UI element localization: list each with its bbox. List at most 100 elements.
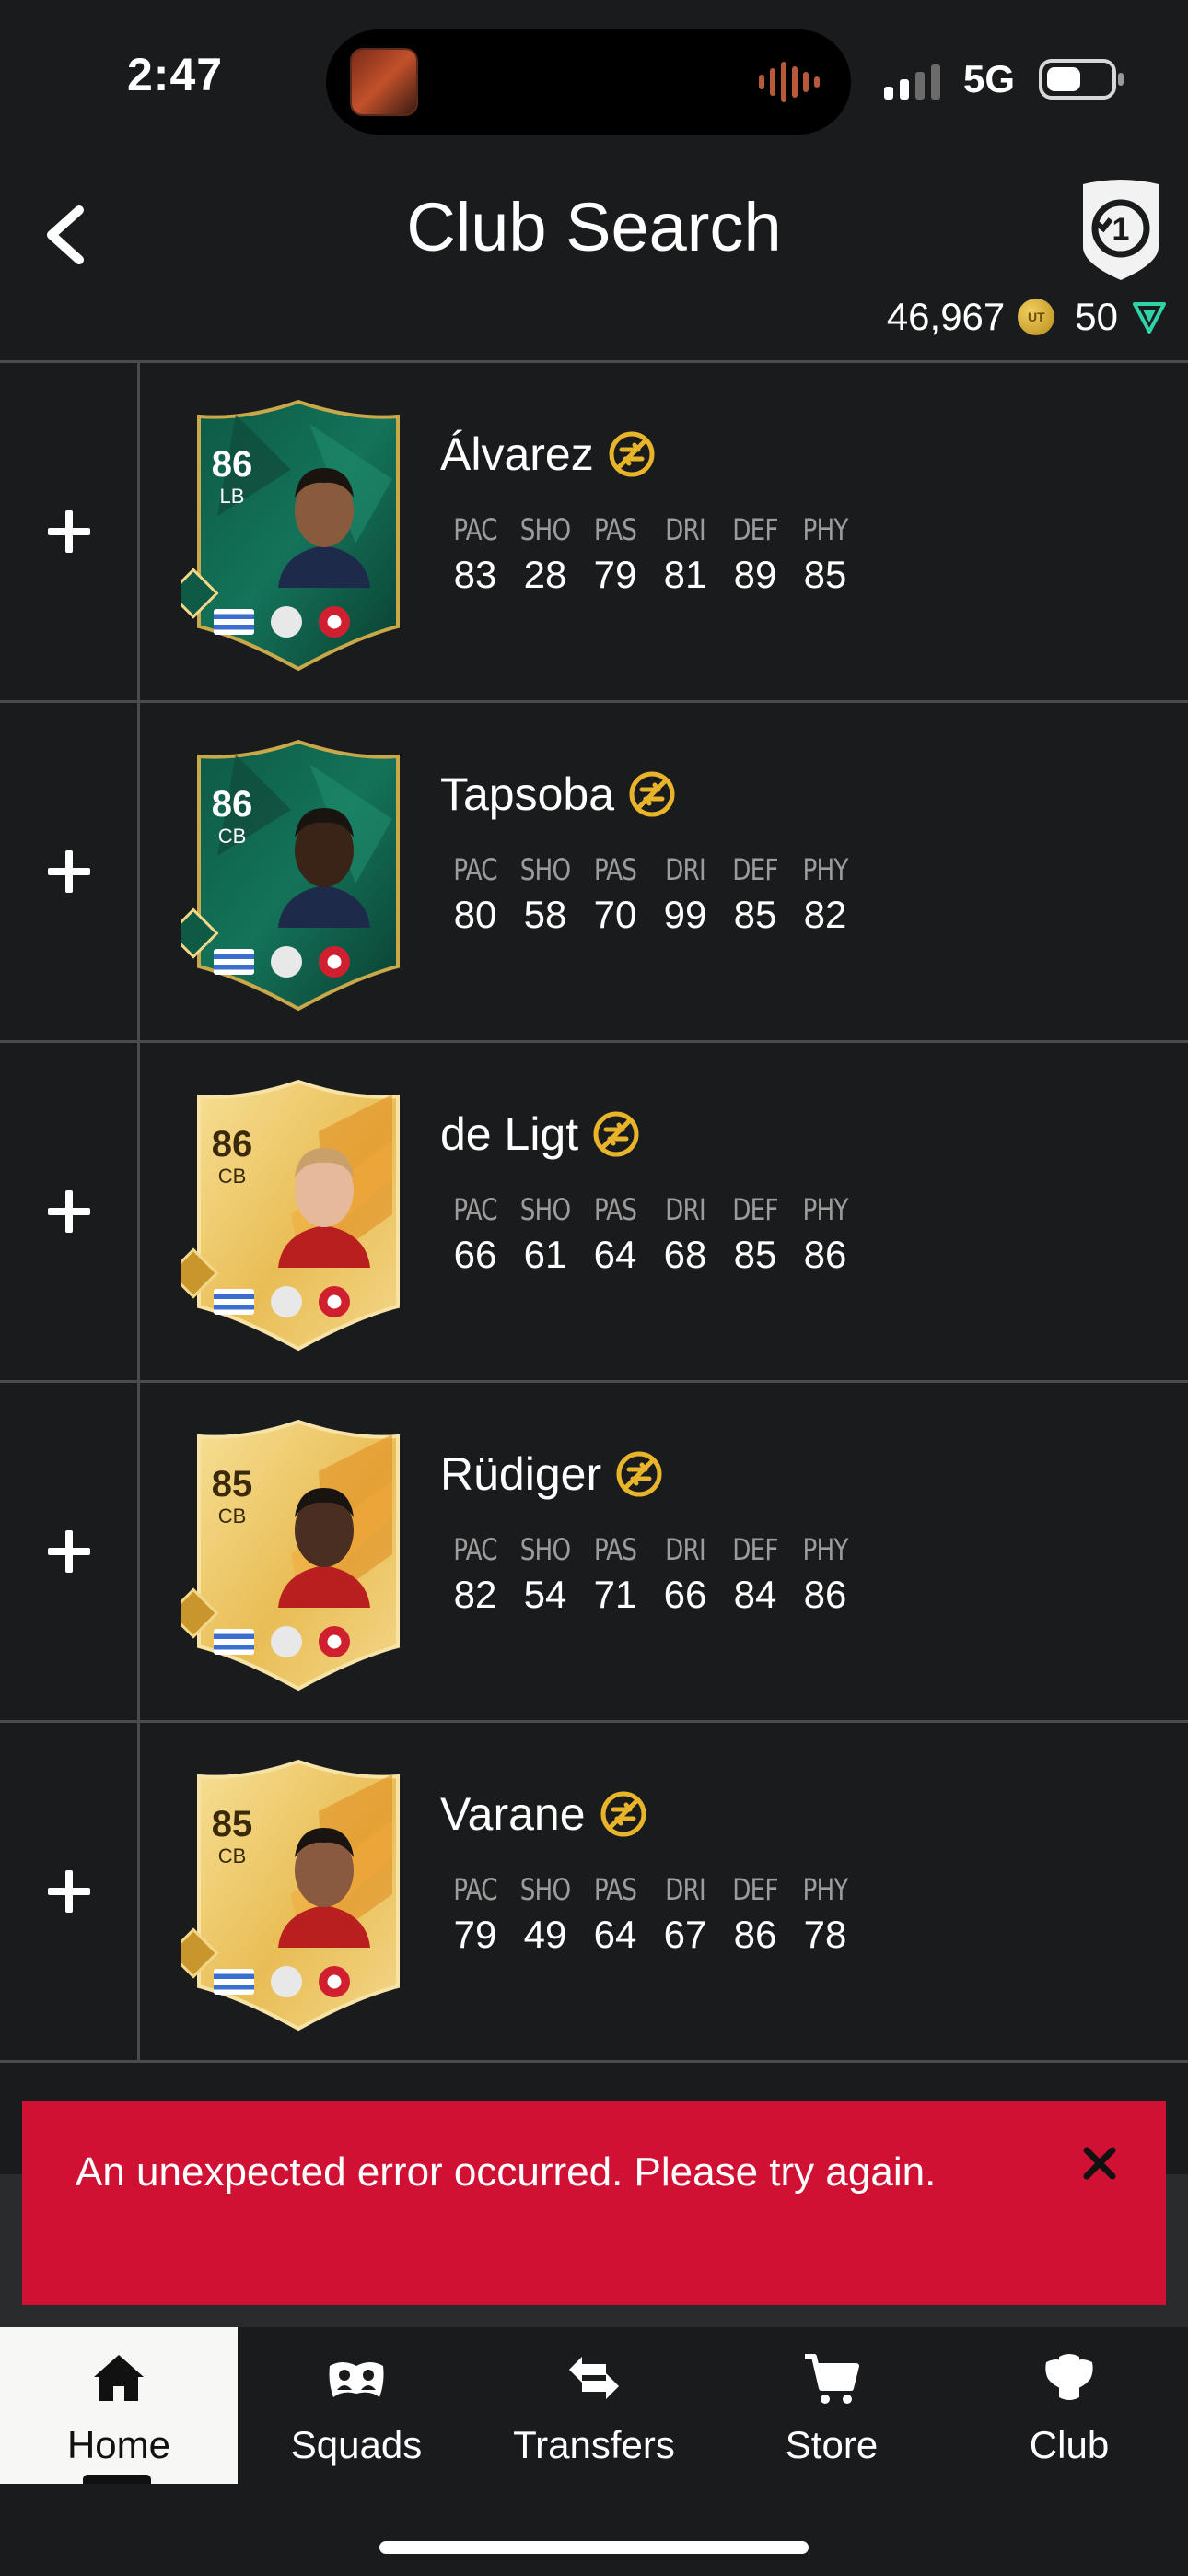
error-banner: An unexpected error occurred. Please try… [22, 2101, 1166, 2305]
stats-grid: PAC 83 SHO 28 PAS 79 DRI 81 DEF 89 PHY 85 [440, 512, 860, 597]
untradeable-icon [629, 771, 675, 817]
plus-icon [47, 1530, 90, 1573]
now-playing-artwork [350, 48, 418, 116]
coin-icon: UT [1018, 299, 1055, 335]
stat-value: 66 [453, 1233, 497, 1276]
objectives-shield-icon: 1 [1083, 180, 1159, 280]
active-tab-indicator [83, 2475, 151, 2484]
squads-icon [329, 2362, 384, 2397]
transfers-icon [569, 2357, 619, 2399]
tab-club[interactable]: Club [950, 2327, 1188, 2484]
add-player-button[interactable] [0, 1043, 140, 1380]
player-portrait [278, 808, 370, 928]
stat-value: 61 [523, 1233, 567, 1276]
stat: PAC 83 [440, 512, 510, 597]
stat-value: 89 [733, 553, 777, 596]
card-rating: 86 [211, 444, 253, 485]
stat: DEF 85 [720, 852, 790, 937]
stat-value: 66 [663, 1573, 707, 1616]
club-icon [1045, 2354, 1093, 2400]
home-icon [94, 2355, 144, 2401]
add-player-button[interactable] [0, 703, 140, 1040]
player-row[interactable]: 85 CB Varane PAC 79 SHO 49 PAS 64 DRI 67 DEF 86 PHY 78 [0, 1723, 1188, 2063]
stat-value: 58 [523, 893, 567, 936]
stat: DEF 84 [720, 1532, 790, 1617]
add-player-button[interactable] [0, 363, 140, 700]
add-player-button[interactable] [0, 1383, 140, 1720]
cart-icon [805, 2354, 859, 2404]
stat-value: 79 [453, 1913, 497, 1956]
error-message: An unexpected error occurred. Please try… [76, 2149, 937, 2195]
stat-label: DEF [732, 1872, 778, 1907]
card-rating: 86 [211, 1124, 253, 1165]
card-rating: 86 [211, 784, 253, 825]
tab-bar: Home Squads Transfers Store Club [0, 2327, 1188, 2484]
untradeable-icon [616, 1451, 662, 1497]
tab-home[interactable]: Home [0, 2327, 238, 2484]
stat-label: DRI [665, 1532, 706, 1567]
untradeable-icon [600, 1791, 646, 1837]
player-row[interactable]: 85 CB Rüdiger PAC 82 SHO 54 PAS 71 DRI 66 DEF 84 PHY 8… [0, 1383, 1188, 1723]
page-title: Club Search [406, 189, 782, 265]
home-indicator [379, 2541, 809, 2554]
stat-value: 71 [593, 1573, 637, 1616]
player-row[interactable]: 86 CB de Ligt PAC 66 SHO 61 PAS 64 DRI 68 DEF 85 PHY 8… [0, 1043, 1188, 1383]
tab-store[interactable]: Store [713, 2327, 950, 2484]
objectives-button[interactable]: 1 [1076, 175, 1166, 286]
plus-icon [47, 850, 90, 893]
stat-value: 78 [803, 1913, 847, 1956]
svg-text:1: 1 [1112, 212, 1130, 247]
stat-value: 82 [803, 893, 847, 936]
card-badges [214, 1626, 350, 1657]
league-badge-icon [271, 1286, 302, 1317]
stat: DEF 89 [720, 512, 790, 597]
stat: PAC 82 [440, 1532, 510, 1617]
network-type: 5G [963, 57, 1016, 100]
stat-label: PHY [802, 852, 848, 887]
points-value: 50 [1075, 295, 1118, 338]
card-position: LB [219, 485, 245, 508]
card-position: CB [217, 825, 247, 848]
nation-flag-icon [214, 1289, 254, 1315]
player-card[interactable]: 85 CB [181, 1416, 416, 1692]
stat: PHY 86 [790, 1532, 860, 1617]
stat-value: 83 [453, 553, 497, 596]
player-info: Tapsoba PAC 80 SHO 58 PAS 70 DRI 99 DEF 85 PHY 82 [440, 767, 860, 937]
tab-label: Squads [290, 2423, 423, 2466]
stat: PAS 64 [580, 1192, 650, 1277]
stat-value: 85 [733, 1233, 777, 1276]
player-portrait [278, 1148, 370, 1268]
player-portrait [278, 468, 370, 588]
player-card[interactable]: 86 LB [181, 396, 416, 673]
player-row[interactable]: 86 LB Álvarez PAC 83 SHO 28 PAS 79 DRI 81 DEF 89 PHY 8… [0, 363, 1188, 703]
stat-value: 85 [803, 553, 847, 596]
stat: SHO 54 [510, 1532, 580, 1617]
card-badges [214, 946, 350, 978]
coins-value: 46,967 [886, 295, 1006, 338]
tab-transfers[interactable]: Transfers [475, 2327, 713, 2484]
card-badges [214, 606, 350, 638]
stat: SHO 28 [510, 512, 580, 597]
player-card[interactable]: 85 CB [181, 1756, 416, 2032]
tab-squads[interactable]: Squads [238, 2327, 475, 2484]
card-position: CB [217, 1505, 247, 1528]
player-card[interactable]: 86 CB [181, 1076, 416, 1352]
player-card[interactable]: 86 CB [181, 736, 416, 1013]
stats-grid: PAC 79 SHO 49 PAS 64 DRI 67 DEF 86 PHY 78 [440, 1872, 860, 1957]
stats-grid: PAC 66 SHO 61 PAS 64 DRI 68 DEF 85 PHY 86 [440, 1192, 860, 1277]
plus-icon [47, 510, 90, 553]
stat: PHY 82 [790, 852, 860, 937]
add-player-button[interactable] [0, 1723, 140, 2060]
untradeable-icon [593, 1111, 639, 1157]
card-position: CB [217, 1165, 247, 1188]
stat: DRI 99 [650, 852, 720, 937]
card-badges [214, 1966, 350, 1997]
stat-label: PHY [802, 1872, 848, 1907]
stat-label: DEF [732, 852, 778, 887]
untradeable-icon [609, 431, 655, 477]
stat-label: DRI [665, 852, 706, 887]
player-name: Varane [440, 1788, 586, 1840]
close-icon[interactable] [1079, 2143, 1120, 2184]
player-row[interactable]: 86 CB Tapsoba PAC 80 SHO 58 PAS 70 DRI 99 DEF 85 PHY 8… [0, 703, 1188, 1043]
stat-label: PAC [453, 1192, 497, 1227]
